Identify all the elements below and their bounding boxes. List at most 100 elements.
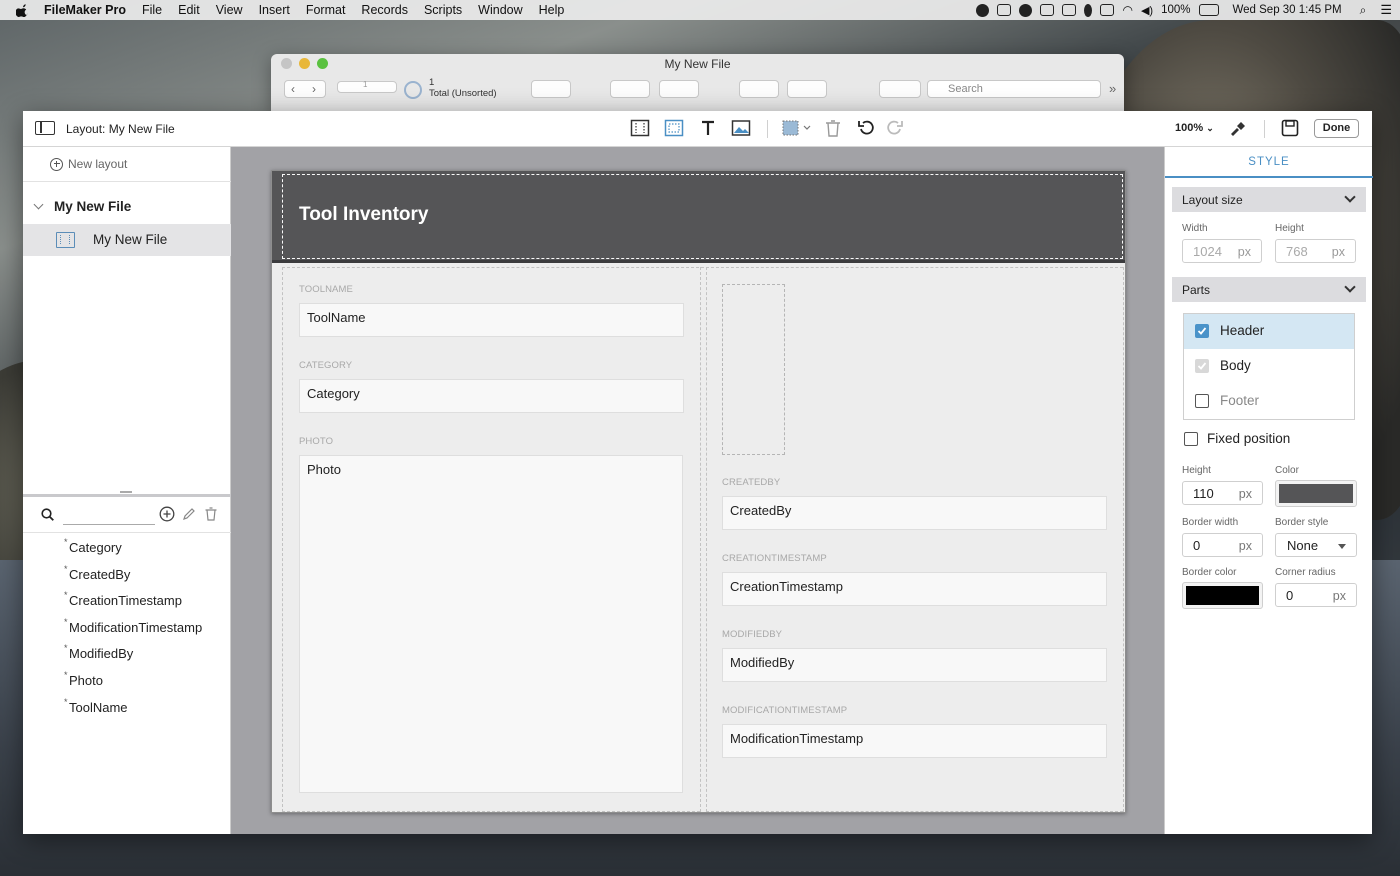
menu-records[interactable]: Records [353,3,416,17]
placeholder-frame[interactable] [722,284,785,455]
field-createdby[interactable]: CreatedBy [722,496,1107,530]
chevron-down-icon[interactable] [1344,281,1356,293]
show-all-button[interactable] [531,80,571,98]
part-height-field[interactable]: 110 px [1182,481,1263,505]
field-label-modifiedby[interactable]: MODIFIEDBY [722,629,782,640]
chevron-down-icon[interactable] [33,199,44,210]
delete-field-icon[interactable] [203,506,219,522]
delete-record-button[interactable] [659,80,699,98]
format-painter-icon[interactable] [1228,119,1248,137]
apple-icon[interactable] [16,3,30,17]
layout-design-area[interactable]: Tool Inventory TOOLNAME ToolName CATEGOR… [271,170,1126,813]
sidebar-toggle-icon[interactable] [35,121,55,135]
fill-color-picker[interactable] [1275,480,1357,507]
part-row-footer[interactable]: Footer [1184,384,1354,419]
border-color-picker[interactable] [1182,582,1263,609]
field-picker-tool-icon[interactable] [664,119,684,137]
menu-window[interactable]: Window [470,3,530,17]
field-label-photo[interactable]: PHOTO [299,436,333,447]
field-list-item[interactable]: * Category [63,537,202,566]
layout-size-section[interactable]: Layout size [1172,187,1366,212]
tab-style[interactable]: STYLE [1165,147,1373,178]
overflow-icon[interactable]: » [1109,81,1116,96]
search-icon[interactable] [41,508,54,521]
insert-field-tool-icon[interactable] [630,119,650,137]
corner-radius-field[interactable]: 0 px [1275,583,1357,607]
new-record-button[interactable] [610,80,650,98]
field-photo[interactable]: Photo [299,455,683,793]
border-style-select[interactable]: None [1275,533,1357,557]
save-icon[interactable] [1280,119,1300,137]
calendar-icon[interactable] [1040,4,1055,16]
field-label-toolname[interactable]: TOOLNAME [299,284,353,295]
camera-icon[interactable] [997,4,1012,16]
field-list-item[interactable]: * CreationTimestamp [63,590,202,619]
insert-image-tool-icon[interactable] [731,119,751,137]
edit-field-icon[interactable] [181,506,197,522]
field-list-item[interactable]: * CreatedBy [63,564,202,593]
redo-icon[interactable] [884,119,904,137]
field-list-item[interactable]: * ModificationTimestamp [63,617,202,646]
spotlight-icon[interactable]: ⌕ [1360,3,1367,18]
field-category[interactable]: Category [299,379,684,413]
menu-format[interactable]: Format [298,3,354,17]
field-label-createdby[interactable]: CREATEDBY [722,477,780,488]
find-button[interactable] [739,80,779,98]
arrange-tool-icon[interactable] [781,119,813,137]
record-slider[interactable]: 1 [337,80,397,93]
footer-checkbox[interactable] [1195,394,1209,408]
field-list-item[interactable]: * ToolName [63,697,202,726]
trash-icon[interactable] [823,119,843,137]
undo-icon[interactable] [857,119,877,137]
creative-cloud-icon[interactable] [976,3,990,17]
find-menu-button[interactable] [787,80,827,98]
field-toolname[interactable]: ToolName [299,303,684,337]
fixed-position-checkbox[interactable] [1184,432,1198,446]
prev-next-record-buttons[interactable]: ‹ › [284,80,326,98]
battery-icon[interactable] [1198,4,1219,16]
done-button[interactable]: Done [1314,119,1359,138]
border-width-field[interactable]: 0 px [1182,533,1263,557]
field-list-item[interactable]: * Photo [63,670,202,699]
field-label-modificationtimestamp[interactable]: MODIFICATIONTIMESTAMP [722,705,847,716]
field-modifiedby[interactable]: ModifiedBy [722,648,1107,682]
splitter-grip[interactable] [120,491,132,493]
part-row-body[interactable]: Body [1184,349,1354,384]
airplay-icon[interactable] [1062,4,1077,16]
field-name: CreationTimestamp [69,593,182,609]
chevron-down-icon[interactable] [1344,191,1356,203]
layout-list-item[interactable]: My New File [23,224,231,256]
app-menu[interactable]: FileMaker Pro [40,3,134,17]
field-label-creationtimestamp[interactable]: CREATIONTIMESTAMP [722,553,827,564]
wifi-icon[interactable]: ◠ [1122,3,1132,17]
field-creationtimestamp[interactable]: CreationTimestamp [722,572,1107,606]
part-row-header[interactable]: Header [1184,314,1354,349]
new-layout-button[interactable]: New layout [50,157,127,171]
field-label-category[interactable]: CATEGORY [299,360,352,371]
shield-icon[interactable] [1019,3,1033,17]
field-list-item[interactable]: * ModifiedBy [63,643,202,672]
control-icon[interactable] [1100,4,1115,16]
field-search-input[interactable] [63,524,155,525]
text-tool-icon[interactable] [698,119,718,137]
menu-insert[interactable]: Insert [251,3,298,17]
header-part[interactable]: Tool Inventory [272,171,1125,263]
bluetooth-icon[interactable] [1084,3,1093,17]
volume-icon[interactable]: ◀) [1141,4,1153,17]
quick-find-search[interactable]: Search [927,80,1101,98]
notification-center-icon[interactable]: ☰ [1380,2,1392,18]
clock[interactable]: Wed Sep 30 1:45 PM [1233,4,1342,16]
parts-section[interactable]: Parts [1172,277,1366,302]
header-title[interactable]: Tool Inventory [299,204,428,226]
field-modificationtimestamp[interactable]: ModificationTimestamp [722,724,1107,758]
layout-folder[interactable]: My New File [33,199,131,214]
layout-switch-button[interactable] [879,80,921,98]
zoom-level[interactable]: 100% ⌄ [1175,122,1214,134]
add-field-icon[interactable] [159,506,175,522]
menu-help[interactable]: Help [531,3,573,17]
menu-edit[interactable]: Edit [170,3,208,17]
menu-view[interactable]: View [208,3,251,17]
menu-file[interactable]: File [134,3,170,17]
header-checkbox[interactable] [1195,324,1209,338]
menu-scripts[interactable]: Scripts [416,3,470,17]
